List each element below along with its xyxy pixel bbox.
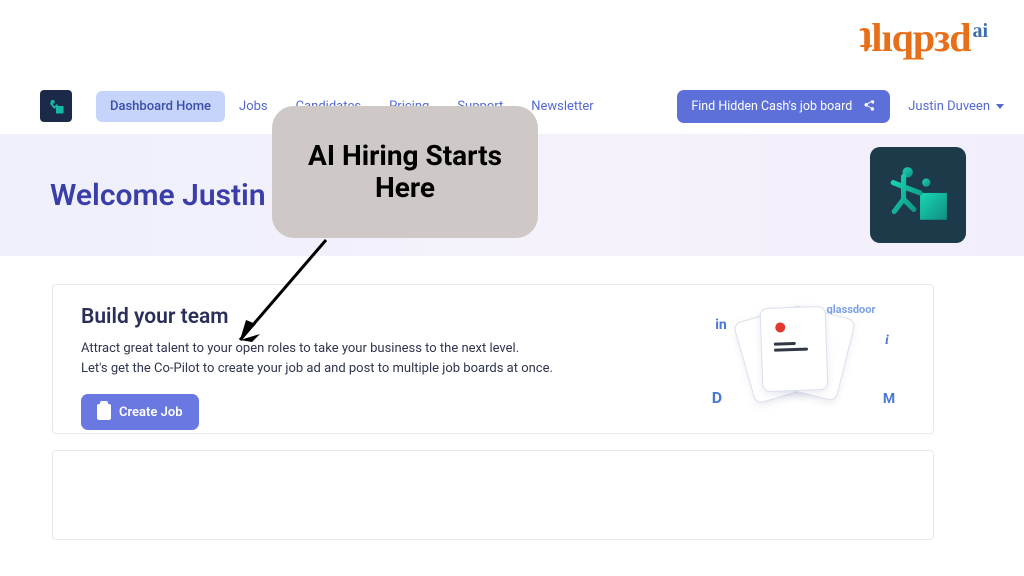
share-job-board-button[interactable]: Find Hidden Cash's job board — [677, 90, 890, 123]
create-job-button[interactable]: Create Job — [81, 394, 199, 430]
nav-dashboard-home[interactable]: Dashboard Home — [96, 91, 225, 122]
nav-jobs[interactable]: Jobs — [225, 91, 282, 122]
monster-icon: M — [879, 389, 899, 409]
build-team-title: Build your team — [81, 305, 553, 329]
next-card-placeholder — [52, 450, 934, 540]
nav-right: Find Hidden Cash's job board Justin Duve… — [677, 90, 1004, 123]
glassdoor-icon: glassdoor — [841, 299, 861, 319]
annotation-text: AI Hiring Starts Here — [294, 140, 516, 204]
build-team-line2: Let's get the Co-Pilot to create your jo… — [81, 359, 553, 379]
job-boards-graphic: glassdoor in i D M — [695, 301, 905, 411]
user-name: Justin Duveen — [908, 99, 990, 114]
linkedin-icon: in — [711, 315, 731, 335]
team-build-icon — [885, 162, 951, 228]
app-logo-icon — [46, 96, 66, 116]
create-job-label: Create Job — [119, 405, 183, 420]
brand-logo: ʇlıqpᴈdai — [859, 18, 988, 58]
user-menu[interactable]: Justin Duveen — [908, 99, 1004, 114]
annotation-callout: AI Hiring Starts Here — [272, 106, 538, 238]
build-team-body: Attract great talent to your open roles … — [81, 339, 553, 378]
build-team-content: Build your team Attract great talent to … — [81, 305, 553, 413]
clipboard-icon — [97, 404, 111, 420]
app-logo[interactable] — [40, 90, 72, 122]
indeed-icon: i — [877, 331, 897, 351]
drive-icon: D — [707, 387, 727, 407]
chevron-down-icon — [996, 104, 1004, 109]
build-team-line1: Attract great talent to your open roles … — [81, 339, 553, 359]
document-stack-icon — [751, 307, 843, 399]
build-team-card: Build your team Attract great talent to … — [52, 284, 934, 434]
hero-badge — [870, 147, 966, 243]
brand-tail: ai — [972, 20, 988, 42]
share-job-board-label: Find Hidden Cash's job board — [691, 99, 852, 114]
welcome-title: Welcome Justin — [50, 178, 266, 213]
brand-name: ʇlıqpᴈd — [859, 15, 970, 60]
share-icon — [862, 99, 876, 113]
